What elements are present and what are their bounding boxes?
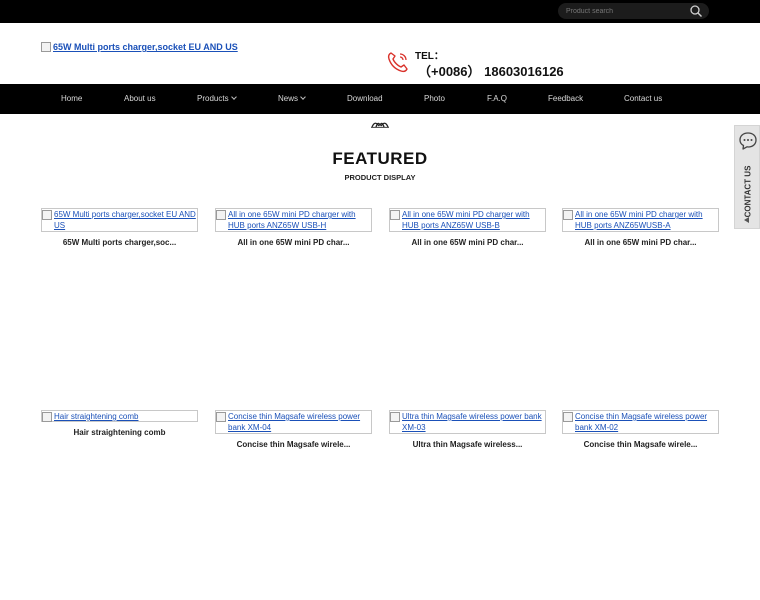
main-nav: Home About us Products News Download Pho… <box>0 84 760 114</box>
nav-label: Download <box>347 94 383 103</box>
nav-label: Products <box>197 94 229 103</box>
search-box <box>558 3 709 19</box>
nav-label: F.A.Q <box>487 94 508 103</box>
product-card: All in one 65W mini PD charger with HUB … <box>389 208 546 247</box>
product-image[interactable]: Concise thin Magsafe wireless power bank… <box>215 410 372 434</box>
product-card: Concise thin Magsafe wireless power bank… <box>562 410 719 449</box>
nav-item-faq[interactable]: F.A.Q <box>487 84 507 114</box>
tel-number: （+0086） 18603016126 <box>418 64 564 79</box>
featured-title: FEATURED <box>332 149 428 168</box>
nav-item-products[interactable]: Products <box>197 84 237 114</box>
product-card: Hair straightening comb Hair straighteni… <box>41 410 198 437</box>
broken-image-icon <box>563 210 573 220</box>
product-image[interactable]: All in one 65W mini PD charger with HUB … <box>389 208 546 232</box>
product-card: All in one 65W mini PD charger with HUB … <box>562 208 719 247</box>
logo-alt-text[interactable]: 65W Multi ports charger,socket EU AND US <box>53 42 238 52</box>
broken-image-icon <box>42 210 52 220</box>
product-image-alt: All in one 65W mini PD charger with HUB … <box>575 210 703 230</box>
product-image[interactable]: 65W Multi ports charger,socket EU AND US <box>41 208 198 232</box>
product-card: All in one 65W mini PD charger with HUB … <box>215 208 372 247</box>
nav-item-feedback[interactable]: Feedback <box>548 84 583 114</box>
nav-item-photo[interactable]: Photo <box>424 84 445 114</box>
nav-item-news[interactable]: News <box>278 84 306 114</box>
product-name[interactable]: All in one 65W mini PD char... <box>215 238 372 247</box>
contact-us-label-wrap: CONTACT US <box>737 161 759 221</box>
product-image-alt: Hair straightening comb <box>54 412 139 421</box>
product-name[interactable]: Hair straightening comb <box>41 428 198 437</box>
product-name[interactable]: 65W Multi ports charger,soc... <box>41 238 198 247</box>
product-card: Ultra thin Magsafe wireless power bank X… <box>389 410 546 449</box>
top-bar <box>0 0 760 23</box>
product-name[interactable]: Concise thin Magsafe wirele... <box>215 440 372 449</box>
product-image-alt: All in one 65W mini PD charger with HUB … <box>228 210 356 230</box>
arrow-left-icon <box>744 217 749 223</box>
nav-item-home[interactable]: Home <box>61 84 82 114</box>
product-image[interactable]: All in one 65W mini PD charger with HUB … <box>215 208 372 232</box>
product-name[interactable]: All in one 65W mini PD char... <box>389 238 546 247</box>
product-image-alt: Concise thin Magsafe wireless power bank… <box>228 412 361 432</box>
product-image[interactable]: Hair straightening comb <box>41 410 198 422</box>
product-image-alt: Ultra thin Magsafe wireless power bank X… <box>402 412 542 432</box>
product-image-alt: Concise thin Magsafe wireless power bank… <box>575 412 708 432</box>
broken-image-icon <box>390 210 400 220</box>
product-image-alt: All in one 65W mini PD charger with HUB … <box>402 210 530 230</box>
featured-subtitle: PRODUCT DISPLAY <box>344 173 416 182</box>
nav-item-download[interactable]: Download <box>347 84 383 114</box>
product-name[interactable]: All in one 65W mini PD char... <box>562 238 719 247</box>
tel-label: TEL： <box>415 51 444 62</box>
broken-image-icon <box>42 412 52 422</box>
broken-image-icon <box>563 412 573 422</box>
nav-label: Contact us <box>624 94 663 103</box>
site-logo[interactable]: 65W Multi ports charger,socket EU AND US <box>41 40 251 54</box>
product-name[interactable]: Ultra thin Magsafe wireless... <box>389 440 546 449</box>
product-image-alt: 65W Multi ports charger,socket EU AND US <box>54 210 196 230</box>
chat-bubble-icon <box>739 132 757 150</box>
product-image[interactable]: Concise thin Magsafe wireless power bank… <box>562 410 719 434</box>
contact-us-tab[interactable]: CONTACT US <box>734 125 760 229</box>
product-card: Concise thin Magsafe wireless power bank… <box>215 410 372 449</box>
decorative-ornament-icon <box>371 122 389 128</box>
chevron-down-icon <box>300 94 306 100</box>
search-icon[interactable] <box>689 4 703 18</box>
broken-image-icon <box>216 412 226 422</box>
product-name[interactable]: Concise thin Magsafe wirele... <box>562 440 719 449</box>
product-image[interactable]: Ultra thin Magsafe wireless power bank X… <box>389 410 546 434</box>
product-image[interactable]: All in one 65W mini PD charger with HUB … <box>562 208 719 232</box>
nav-label: Photo <box>424 94 445 103</box>
broken-image-icon <box>390 412 400 422</box>
nav-label: Home <box>61 94 83 103</box>
search-input[interactable] <box>566 5 681 17</box>
broken-image-icon <box>216 210 226 220</box>
contact-us-label: CONTACT US <box>743 165 753 217</box>
product-card: 65W Multi ports charger,socket EU AND US… <box>41 208 198 247</box>
nav-label: Feedback <box>548 94 584 103</box>
nav-item-contact[interactable]: Contact us <box>624 84 662 114</box>
chevron-down-icon <box>230 94 237 100</box>
broken-image-icon <box>41 42 51 52</box>
nav-label: News <box>278 94 299 103</box>
nav-label: About us <box>124 94 156 103</box>
phone-icon <box>387 52 408 73</box>
nav-item-about[interactable]: About us <box>124 84 156 114</box>
